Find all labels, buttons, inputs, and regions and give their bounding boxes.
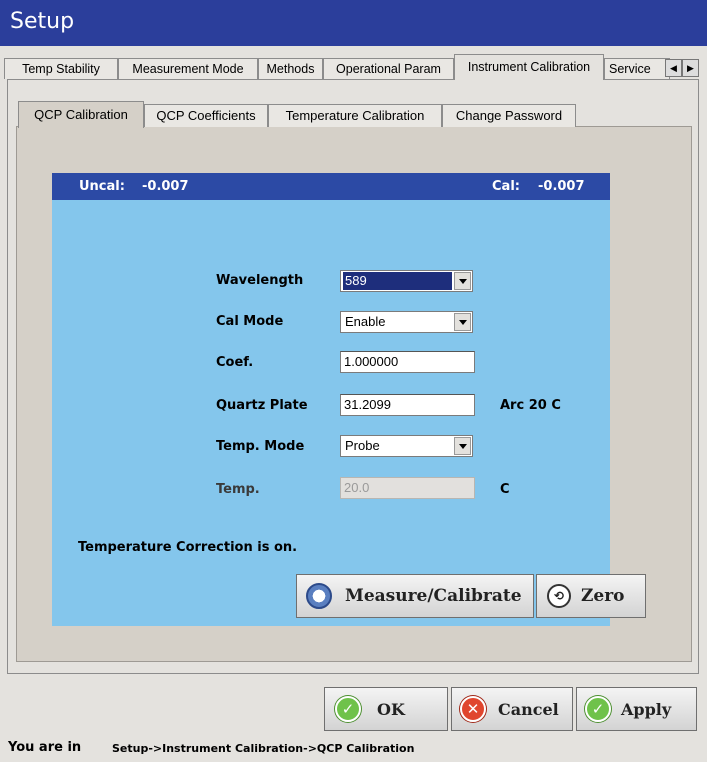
tab-methods[interactable]: Methods xyxy=(258,58,323,79)
outer-tab-strip: Temp Stability Measurement Mode Methods … xyxy=(4,54,703,80)
chevron-down-icon[interactable] xyxy=(454,272,471,290)
zero-button[interactable]: ⟲ Zero xyxy=(536,574,646,618)
tab-qcp-coefficients[interactable]: QCP Coefficients xyxy=(144,104,268,127)
quartz-plate-field[interactable]: 31.2099 xyxy=(340,394,475,416)
check-icon: ✓ xyxy=(335,696,361,722)
coef-label: Coef. xyxy=(216,355,254,370)
tab-instrument-calibration[interactable]: Instrument Calibration xyxy=(454,54,604,80)
x-icon: ✕ xyxy=(460,696,486,722)
status-bar: You are in Setup->Instrument Calibration… xyxy=(0,735,707,762)
cal-value: -0.007 xyxy=(538,179,585,194)
temp-unit: C xyxy=(500,482,510,497)
uncal-label: Uncal: xyxy=(79,179,125,194)
check-icon: ✓ xyxy=(585,696,611,722)
setup-window: Setup Temp Stability Measurement Mode Me… xyxy=(0,0,707,762)
uncal-value: -0.007 xyxy=(142,179,189,194)
inner-tab-strip: QCP Calibration QCP Coefficients Tempera… xyxy=(18,101,688,128)
temp-mode-select[interactable]: Probe xyxy=(340,435,473,457)
ok-button[interactable]: ✓ OK xyxy=(324,687,448,731)
chevron-down-icon[interactable] xyxy=(454,313,471,331)
cancel-button[interactable]: ✕ Cancel xyxy=(451,687,573,731)
tab-measurement-mode[interactable]: Measurement Mode xyxy=(118,58,258,79)
wavelength-select[interactable]: 589 xyxy=(340,270,473,292)
apply-button[interactable]: ✓ Apply xyxy=(576,687,697,731)
tab-service[interactable]: Service xyxy=(604,58,670,79)
cal-mode-label: Cal Mode xyxy=(216,314,284,329)
wavelength-label: Wavelength xyxy=(216,273,304,288)
calibration-form-panel xyxy=(52,200,610,626)
temp-label: Temp. xyxy=(216,482,260,497)
chevron-down-icon[interactable] xyxy=(454,437,471,455)
measure-dial-icon xyxy=(306,583,332,609)
coef-field[interactable]: 1.000000 xyxy=(340,351,475,373)
temp-mode-value: Probe xyxy=(345,438,380,453)
temperature-correction-status: Temperature Correction is on. xyxy=(78,540,298,555)
tab-temp-stability[interactable]: Temp Stability xyxy=(4,58,118,79)
reading-header: Uncal: -0.007 Cal: -0.007 xyxy=(52,173,610,200)
breadcrumb: Setup->Instrument Calibration->QCP Calib… xyxy=(112,742,415,755)
quartz-plate-unit: Arc 20 C xyxy=(500,398,561,413)
tab-temperature-calibration[interactable]: Temperature Calibration xyxy=(268,104,442,127)
cal-mode-value: Enable xyxy=(345,314,386,329)
quartz-plate-label: Quartz Plate xyxy=(216,398,308,413)
measure-calibrate-button[interactable]: Measure/Calibrate xyxy=(296,574,534,618)
temp-field: 20.0 xyxy=(340,477,475,499)
tab-change-password[interactable]: Change Password xyxy=(442,104,576,127)
wavelength-value: 589 xyxy=(343,272,452,290)
status-prefix: You are in xyxy=(8,740,82,755)
cal-label: Cal: xyxy=(492,179,520,194)
tab-qcp-calibration[interactable]: QCP Calibration xyxy=(18,101,144,128)
tab-operational-param[interactable]: Operational Param xyxy=(323,58,454,79)
temp-mode-label: Temp. Mode xyxy=(216,439,305,454)
window-title: Setup xyxy=(0,0,707,46)
triangle-left-icon[interactable]: ◀ xyxy=(665,59,682,77)
triangle-right-icon[interactable]: ▶ xyxy=(682,59,699,77)
cal-mode-select[interactable]: Enable xyxy=(340,311,473,333)
zero-reset-icon: ⟲ xyxy=(547,584,571,608)
